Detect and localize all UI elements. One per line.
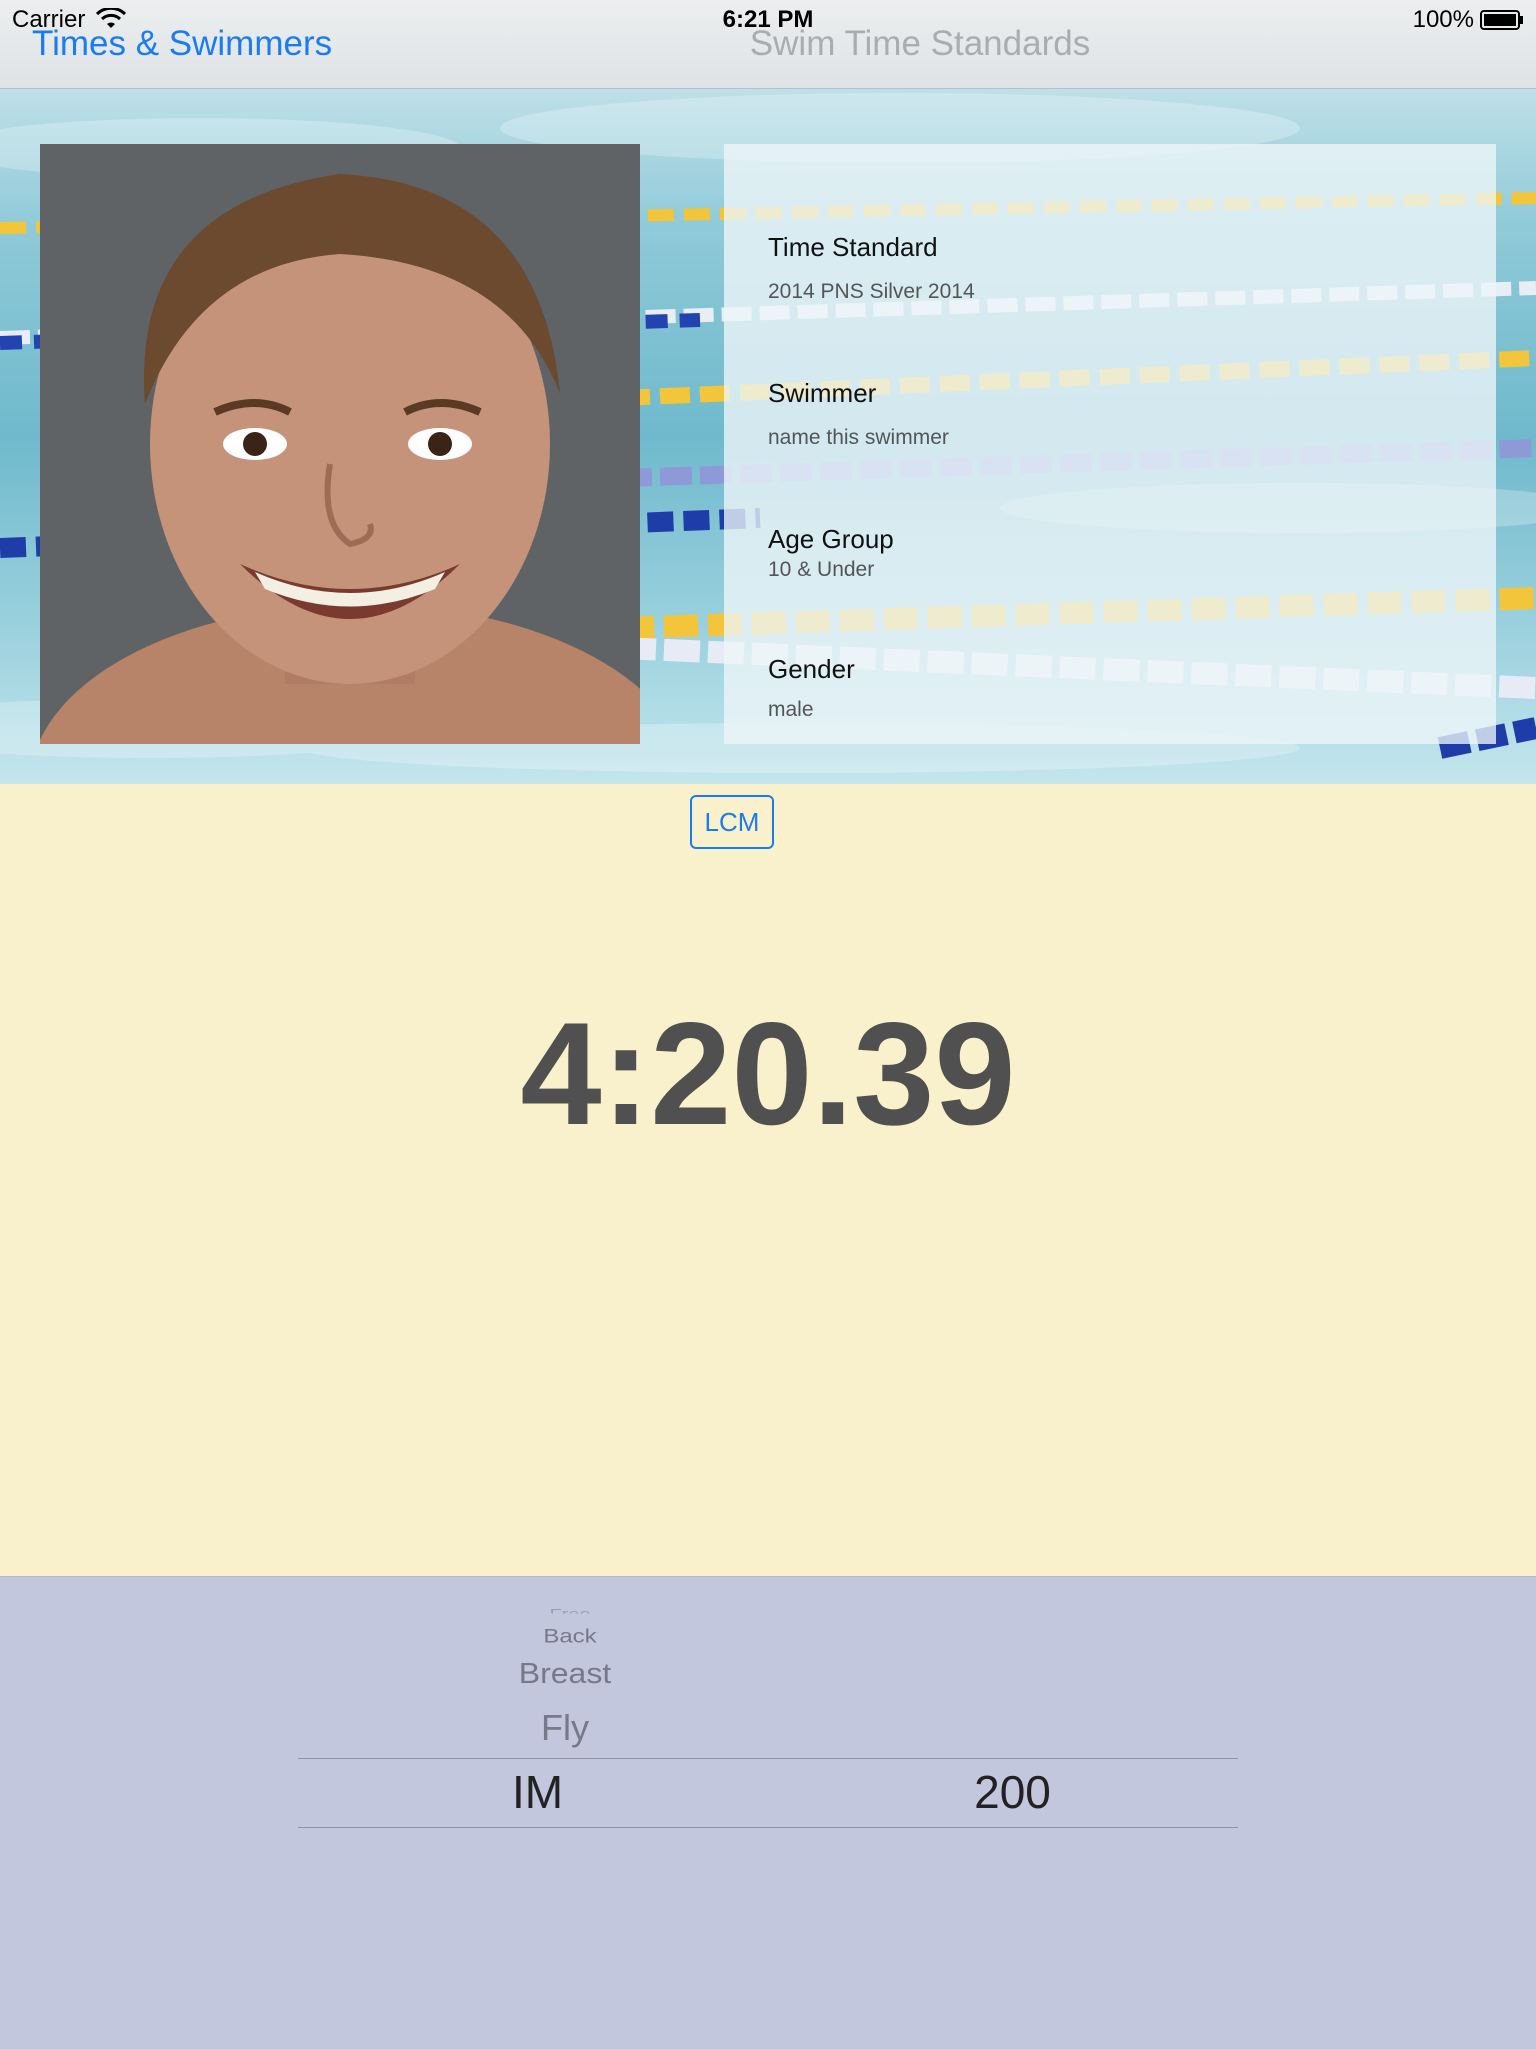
age-group-label: Age Group bbox=[768, 524, 894, 554]
time-standard-label: Time Standard bbox=[768, 232, 938, 262]
swimmer-photo[interactable] bbox=[40, 144, 640, 744]
swimmer-label: Swimmer bbox=[768, 378, 877, 408]
picker-selection-top-line bbox=[298, 1758, 1238, 1759]
picker-item-fly[interactable]: Fly bbox=[500, 1707, 630, 1749]
status-time: 6:21 PM bbox=[722, 6, 814, 33]
status-bar: Carrier 6:21 PM 100% bbox=[0, 0, 1536, 40]
swimmer-portrait-icon bbox=[40, 144, 640, 744]
picker-selected-stroke[interactable]: IM bbox=[460, 1765, 615, 1819]
gender-label: Gender bbox=[768, 654, 855, 684]
battery-icon bbox=[1480, 10, 1523, 30]
time-standard-value[interactable]: 2014 PNS Silver 2014 bbox=[768, 280, 975, 304]
course-toggle-button[interactable]: LCM bbox=[690, 795, 774, 849]
picker-item-free[interactable]: Free bbox=[520, 1607, 620, 1614]
picker-item-back[interactable]: Back bbox=[500, 1626, 640, 1648]
picker-selection-bottom-line bbox=[298, 1827, 1238, 1828]
picker-selected-distance[interactable]: 200 bbox=[930, 1765, 1095, 1819]
picker-item-breast[interactable]: Breast bbox=[480, 1657, 650, 1690]
age-group-value[interactable]: 10 & Under bbox=[768, 558, 874, 582]
battery-percent: 100% bbox=[1412, 6, 1474, 33]
time-display-area bbox=[0, 784, 1536, 1576]
gender-value[interactable]: male bbox=[768, 698, 814, 722]
swimmer-info-card: Time Standard 2014 PNS Silver 2014 Swimm… bbox=[724, 144, 1496, 744]
standard-time: 4:20.39 bbox=[520, 992, 1016, 1155]
event-picker[interactable]: Free Back Breast Fly IM 200 bbox=[0, 1576, 1536, 2049]
swimmer-name-field[interactable]: name this swimmer bbox=[768, 426, 949, 450]
